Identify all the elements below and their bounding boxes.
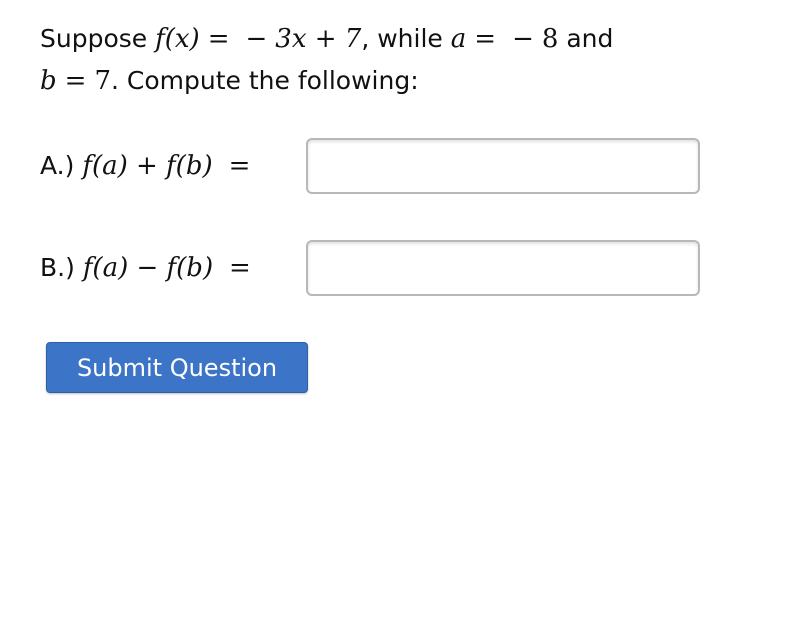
equals-sign: = — [474, 24, 497, 54]
question-b: B.) f(a) − f(b) = — [40, 240, 700, 296]
equals-sign: = — [228, 151, 251, 181]
while-text: , while — [361, 24, 451, 53]
minus-sign: − — [512, 24, 534, 54]
b-value: 7 — [94, 66, 111, 96]
question-a: A.) f(a) + f(b) = — [40, 138, 700, 194]
question-a-expression: f(a) + f(b) — [82, 151, 213, 181]
question-a-prefix: A.) — [40, 151, 75, 180]
equals-sign: = — [207, 24, 230, 54]
question-a-label: A.) f(a) + f(b) = — [40, 151, 306, 181]
equals-sign: = — [229, 253, 251, 283]
problem-statement: Suppose f(x) = −3x + 7, while a = −8 and b = 7.… — [40, 18, 720, 102]
variable-b: b — [40, 66, 57, 96]
equals-sign: = — [64, 66, 87, 96]
answer-a-input[interactable] — [306, 138, 700, 194]
variable-a: a — [450, 24, 467, 54]
question-b-prefix: B.) — [40, 253, 75, 282]
minus-sign: − — [245, 24, 268, 54]
submit-question-button[interactable]: Submit Question — [46, 342, 308, 393]
question-b-label: B.) f(a) − f(b) = — [40, 253, 306, 283]
question-b-expression: f(a) − f(b) — [82, 253, 214, 283]
function-rhs: 3x + 7 — [275, 24, 362, 54]
and-text: and — [558, 24, 614, 53]
intro-text: Suppose — [40, 24, 156, 53]
function-fx: f(x) — [155, 24, 200, 54]
a-value: 8 — [541, 24, 559, 54]
compute-text: . Compute the following: — [111, 66, 419, 95]
answer-b-input[interactable] — [306, 240, 700, 296]
